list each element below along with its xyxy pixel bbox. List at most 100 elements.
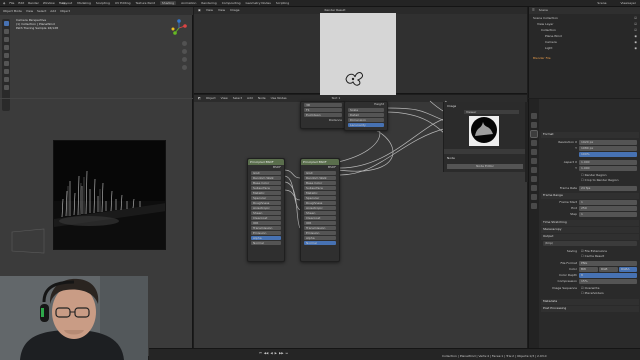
world-tab-icon[interactable] [531, 158, 537, 164]
outliner-row-view-layer[interactable]: View Layer ☑ [529, 22, 640, 27]
output-path-field[interactable]: /tmp/ [543, 241, 637, 246]
navigation-gizmo-icon[interactable] [170, 19, 188, 37]
outliner-type-icon[interactable]: ☰ [532, 8, 535, 13]
tool-tab-icon[interactable] [531, 113, 537, 119]
render-tab-icon[interactable] [531, 122, 537, 128]
end-field[interactable]: 250 [579, 206, 637, 211]
physics-tab-icon[interactable] [531, 194, 537, 200]
cursor-tool-icon[interactable] [3, 29, 9, 34]
add-cube-tool-icon[interactable] [3, 85, 9, 90]
file-extensions-checkbox[interactable]: ☑ File Extensions [581, 249, 607, 253]
node-voronoi[interactable]: 3D F1 Euclidean Distance [300, 101, 346, 129]
resolution-percent-field[interactable]: 100% [579, 152, 637, 157]
menu-add[interactable]: Add [50, 9, 56, 13]
node-p2-roughness[interactable]: Roughness [304, 201, 336, 205]
tab-scripting[interactable]: Scripting [276, 1, 289, 5]
aspect-y-field[interactable]: 1.000 [579, 166, 637, 171]
node-musgrave-detail[interactable]: Detail [348, 113, 384, 117]
props-section-format[interactable]: Format [541, 132, 639, 138]
node-editor-type-icon[interactable]: ◩ [198, 96, 201, 101]
image-canvas[interactable] [320, 13, 396, 100]
pan-icon[interactable] [182, 49, 187, 54]
props-section-post-processing[interactable]: Post Processing [541, 306, 639, 312]
tab-uv-editing[interactable]: UV Editing [115, 1, 131, 5]
node-p2-subsurface[interactable]: Subsurface [304, 186, 336, 190]
outliner-row-collection[interactable]: Collection ☑ [529, 28, 640, 33]
node-menu-object[interactable]: Object [206, 96, 216, 101]
output-tab-icon[interactable] [530, 130, 538, 138]
node-voronoi-field-1[interactable]: 3D [304, 103, 342, 107]
next-keyframe-icon[interactable]: ▶▶ [279, 351, 284, 355]
props-section-frame-range[interactable]: Frame Range [541, 193, 639, 199]
frame-rate-field[interactable]: 24 fps [579, 186, 637, 191]
node-p1-specular[interactable]: Specular [251, 196, 281, 200]
node-voronoi-field-3[interactable]: Euclidean [304, 113, 342, 117]
node-p2-clearcoat[interactable]: Clearcoat [304, 216, 336, 220]
outliner-row-plane-wind[interactable]: Plane.Wind ◉ [529, 34, 640, 39]
blender-logo-icon[interactable]: ◈ [3, 1, 5, 5]
node-p1-distribution[interactable]: GGX [251, 171, 281, 175]
outliner-row-light[interactable]: Light ◉ [529, 46, 640, 51]
props-section-stereoscopy[interactable]: Stereoscopy [541, 227, 639, 233]
menu-edit[interactable]: Edit [18, 1, 24, 5]
node-p1-transmission[interactable]: Transmission [251, 226, 281, 230]
npanel-image-button-row[interactable] [444, 149, 526, 154]
scene-tab-icon[interactable] [531, 149, 537, 155]
material-tab-icon[interactable] [531, 203, 537, 209]
outliner-row-scene-collection[interactable]: Scene Collection ☑ [529, 16, 640, 21]
node-p1-base-color[interactable]: Base Color [251, 181, 281, 185]
npanel-image-name[interactable]: Viewer [464, 110, 519, 114]
move-tool-icon[interactable] [3, 37, 9, 42]
node-p2-normal[interactable]: Normal [304, 241, 336, 245]
node-musgrave-scale[interactable]: Scale [348, 108, 384, 112]
node-p2-anisotropic[interactable]: Anisotropic [304, 206, 336, 210]
frame-start-field[interactable]: 1 [579, 200, 637, 205]
aspect-x-field[interactable]: 1.000 [579, 160, 637, 165]
image-menu-view[interactable]: View [206, 8, 213, 13]
crop-checkbox[interactable]: ☐ Crop to Render Region [541, 178, 639, 184]
transform-tool-icon[interactable] [3, 61, 9, 66]
menu-select[interactable]: Select [37, 9, 46, 13]
view-layer-tab-icon[interactable] [531, 140, 537, 146]
cache-result-checkbox[interactable]: ☐ Cache Result [541, 254, 639, 260]
menu-object[interactable]: Object [60, 9, 70, 13]
scene-selector[interactable]: Scene [597, 1, 606, 5]
tab-modeling[interactable]: Modeling [77, 1, 91, 5]
node-menu-node[interactable]: Node [258, 96, 266, 101]
color-rgba-button[interactable]: RGBA [619, 267, 637, 272]
image-menu-image[interactable]: Image [230, 8, 239, 13]
npanel-node-button[interactable]: Node Editor [447, 164, 523, 169]
node-p2-subsurface-method[interactable]: Random Walk [304, 176, 336, 180]
node-p1-anisotropic[interactable]: Anisotropic [251, 206, 281, 210]
scale-tool-icon[interactable] [3, 53, 9, 58]
viewlayer-selector[interactable]: ViewLayer [621, 1, 636, 5]
tab-texture-paint[interactable]: Texture Paint [136, 1, 155, 5]
file-format-select[interactable]: PNG [579, 261, 637, 266]
node-p2-ior[interactable]: IOR [304, 221, 336, 225]
node-p2-base-color[interactable]: Base Color [304, 181, 336, 185]
node-p1-roughness[interactable]: Roughness [251, 201, 281, 205]
node-p1-ior[interactable]: IOR [251, 221, 281, 225]
tab-shading[interactable]: Shading [159, 1, 177, 5]
node-p1-alpha[interactable]: Alpha [251, 236, 281, 240]
node-principled-bsdf-1[interactable]: Principled BSDF BSDF GGX Random Walk Bas… [247, 158, 285, 262]
tab-rendering[interactable]: Rendering [201, 1, 216, 5]
tab-layout[interactable]: Layout [62, 1, 72, 5]
placeholders-checkbox[interactable]: ☐ Placeholders [541, 291, 639, 297]
jump-end-icon[interactable]: ⏭ [286, 351, 289, 355]
particles-tab-icon[interactable] [531, 185, 537, 191]
color-bw-button[interactable]: BW [579, 267, 598, 272]
menu-window[interactable]: Window [43, 1, 55, 5]
node-p2-alpha[interactable]: Alpha [304, 236, 336, 240]
play-reverse-icon[interactable]: ◀ [270, 351, 272, 355]
npanel-section-node[interactable]: Node [447, 156, 455, 160]
node-p2-transmission[interactable]: Transmission [304, 226, 336, 230]
tab-animation[interactable]: Animation [181, 1, 196, 5]
object-tab-icon[interactable] [531, 167, 537, 173]
node-principled-bsdf-2[interactable]: Principled BSDF BSDF GGX Random Walk Bas… [300, 158, 340, 262]
node-musgrave-dimension[interactable]: Dimension [348, 118, 384, 122]
modifiers-tab-icon[interactable] [531, 176, 537, 182]
jump-start-icon[interactable]: ⏮ [259, 351, 262, 355]
node-p2-distribution[interactable]: GGX [304, 171, 336, 175]
resolution-y-field[interactable]: 1080 px [579, 146, 637, 151]
